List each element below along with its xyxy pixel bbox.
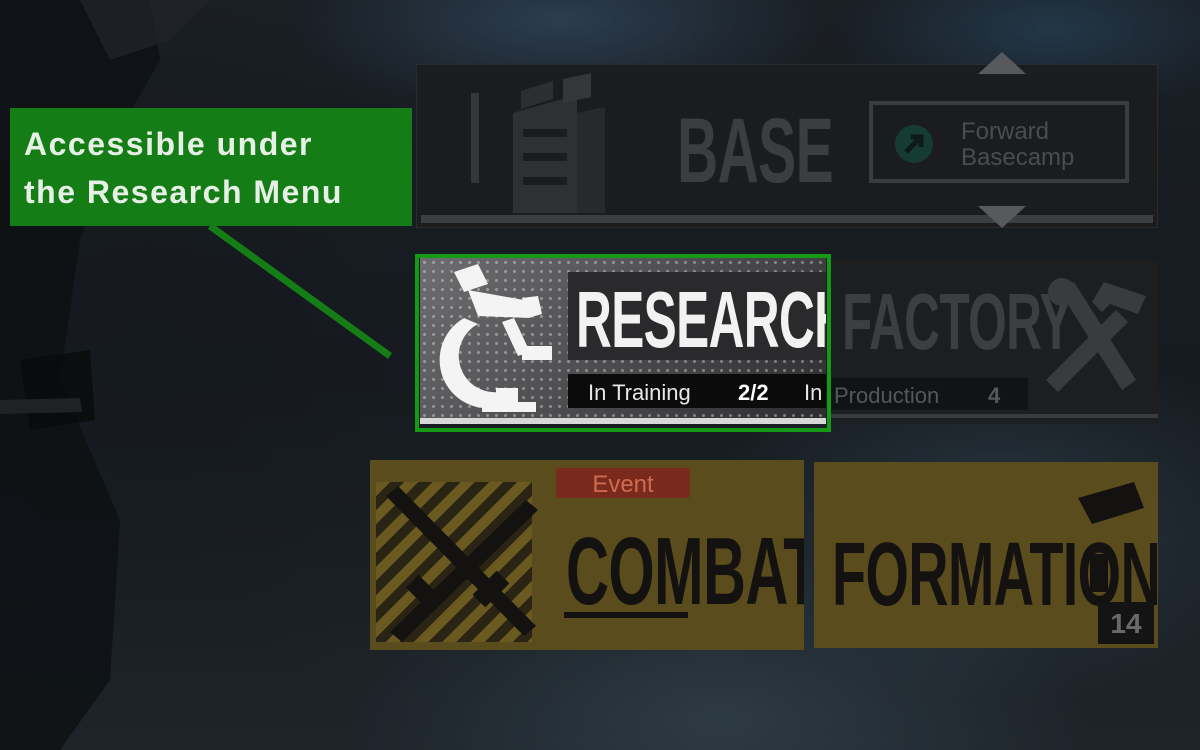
- factory-status-bar: Production 4: [828, 378, 1028, 410]
- event-badge-label: Event: [592, 471, 654, 498]
- combat-underline: [564, 612, 688, 618]
- base-underline: [421, 215, 1153, 223]
- base-building-icon: [471, 73, 605, 213]
- in-production-label: Production: [834, 383, 940, 408]
- in-production-prefix: In: [804, 380, 823, 405]
- formation-button[interactable]: FORMATION 14: [814, 462, 1158, 648]
- factory-button[interactable]: FACTORY Production 4: [828, 260, 1158, 424]
- factory-label: FACTORY: [842, 277, 1073, 366]
- rifles-icon: [386, 486, 538, 642]
- combat-button[interactable]: Event COMBAT: [370, 460, 804, 650]
- research-status-bar: In Training 2/2 In: [568, 374, 826, 408]
- in-training-label: In Training: [588, 380, 691, 405]
- formation-count: 14: [1110, 608, 1142, 639]
- forward-arrow-icon: [895, 125, 933, 163]
- microscope-icon: [439, 264, 552, 412]
- research-underline: [420, 418, 826, 424]
- base-button[interactable]: BASE Forward Basecamp: [416, 64, 1158, 228]
- event-badge: Event: [556, 468, 690, 498]
- hammer-wrench-icon: [1046, 278, 1146, 392]
- in-production-count: 4: [988, 383, 1001, 408]
- scroll-up-icon[interactable]: [978, 52, 1026, 74]
- annotation-callout: Accessible under the Research Menu: [10, 108, 412, 226]
- forward-basecamp-label: Forward Basecamp: [961, 118, 1075, 171]
- scroll-down-icon[interactable]: [978, 206, 1026, 228]
- research-button[interactable]: RESEARCH In Training 2/2 In: [420, 258, 826, 424]
- base-label: BASE: [677, 100, 834, 202]
- research-label: RESEARCH: [576, 275, 826, 364]
- combat-label: COMBAT: [566, 518, 804, 625]
- formation-count-badge: 14: [1098, 602, 1154, 644]
- flag-icon: [1078, 482, 1144, 592]
- forward-basecamp-button[interactable]: Forward Basecamp: [869, 101, 1129, 183]
- factory-underline: [828, 414, 1158, 418]
- in-training-count: 2/2: [738, 380, 769, 405]
- annotation-text: Accessible under the Research Menu: [24, 126, 343, 210]
